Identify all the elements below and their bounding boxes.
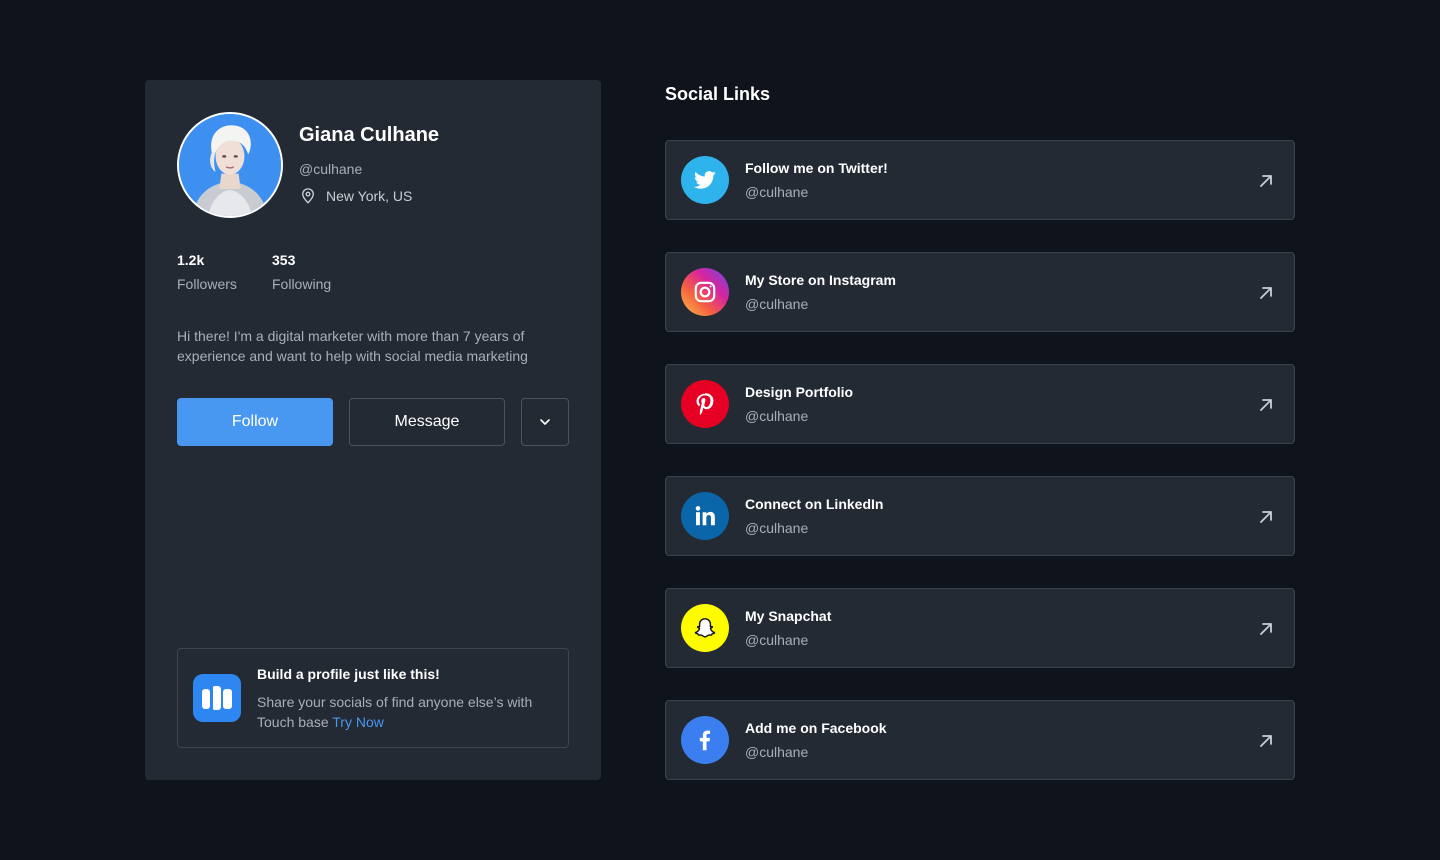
followers-label: Followers — [177, 276, 237, 292]
arrow-up-right-icon — [1256, 731, 1276, 751]
chevron-down-icon — [538, 415, 552, 429]
link-handle: @culhane — [745, 632, 809, 648]
pinterest-icon — [681, 380, 729, 428]
arrow-up-right-icon — [1256, 395, 1276, 415]
twitter-icon — [681, 156, 729, 204]
link-handle: @culhane — [745, 520, 809, 536]
link-handle: @culhane — [745, 744, 809, 760]
social-link-pinterest[interactable]: Design Portfolio @culhane — [665, 364, 1295, 444]
more-options-button[interactable] — [521, 398, 569, 446]
profile-handle: @culhane — [299, 161, 363, 177]
link-title: My Store on Instagram — [745, 272, 896, 288]
social-link-instagram[interactable]: My Store on Instagram @culhane — [665, 252, 1295, 332]
avatar-image — [179, 114, 281, 216]
arrow-up-right-icon — [1256, 619, 1276, 639]
link-title: Connect on LinkedIn — [745, 496, 884, 512]
facebook-icon — [681, 716, 729, 764]
social-links-title: Social Links — [665, 84, 771, 104]
social-link-linkedin[interactable]: Connect on LinkedIn @culhane — [665, 476, 1295, 556]
link-title: My Snapchat — [745, 608, 832, 624]
instagram-icon — [681, 268, 729, 316]
promo-title: Build a profile just like this! — [257, 666, 440, 682]
promo-text: Share your socials of find anyone else’s… — [257, 692, 557, 732]
promo-description: Share your socials of find anyone else’s… — [257, 694, 533, 730]
location-pin-icon — [299, 187, 317, 205]
location-text: New York, US — [326, 188, 413, 204]
message-button[interactable]: Message — [349, 398, 505, 446]
followers-count: 1.2k — [177, 252, 205, 268]
try-now-link[interactable]: Try Now — [332, 714, 384, 730]
arrow-up-right-icon — [1256, 283, 1276, 303]
arrow-up-right-icon — [1256, 507, 1276, 527]
link-handle: @culhane — [745, 296, 809, 312]
arrow-up-right-icon — [1256, 171, 1276, 191]
follow-button[interactable]: Follow — [177, 398, 333, 446]
profile-bio: Hi there! I'm a digital marketer with mo… — [177, 328, 528, 364]
promo-banner: Build a profile just like this! Share yo… — [177, 648, 569, 748]
stat-followers[interactable]: 1.2k Followers — [177, 252, 237, 292]
touchbase-logo-icon — [193, 674, 241, 722]
profile-location: New York, US — [299, 187, 412, 205]
following-label: Following — [272, 276, 332, 292]
link-title: Design Portfolio — [745, 384, 854, 400]
link-title: Follow me on Twitter! — [745, 160, 888, 176]
following-count: 353 — [272, 252, 296, 268]
link-handle: @culhane — [745, 408, 809, 424]
snapchat-icon — [681, 604, 729, 652]
profile-card: Giana Culhane @culhane New York, US 1.2k… — [145, 80, 601, 780]
link-title: Add me on Facebook — [745, 720, 887, 736]
avatar — [177, 112, 283, 218]
social-link-twitter[interactable]: Follow me on Twitter! @culhane — [665, 140, 1295, 220]
page: Giana Culhane @culhane New York, US 1.2k… — [0, 0, 1440, 860]
social-link-facebook[interactable]: Add me on Facebook @culhane — [665, 700, 1295, 780]
link-handle: @culhane — [745, 184, 809, 200]
profile-name: Giana Culhane — [299, 124, 440, 146]
stat-following[interactable]: 353 Following — [272, 252, 331, 292]
social-link-snapchat[interactable]: My Snapchat @culhane — [665, 588, 1295, 668]
linkedin-icon — [681, 492, 729, 540]
